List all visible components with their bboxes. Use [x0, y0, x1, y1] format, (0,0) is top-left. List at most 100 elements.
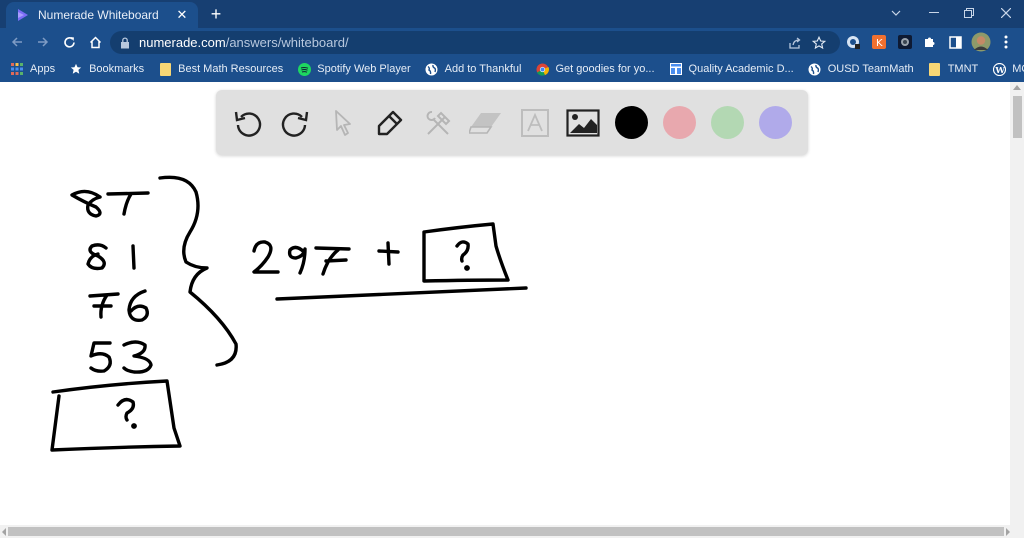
back-icon[interactable] — [6, 32, 28, 52]
image-icon — [566, 109, 600, 137]
bookmark-tmnt[interactable]: TMNT — [928, 62, 979, 76]
bookmark-label: Get goodies for yo... — [555, 63, 655, 75]
horizontal-scrollbar[interactable] — [0, 525, 1024, 538]
tab-numerade-whiteboard[interactable]: Numerade Whiteboard ✕ — [6, 2, 198, 28]
redo-icon — [281, 111, 309, 137]
tools-button[interactable] — [421, 106, 455, 140]
bookmarks-bar: Apps Bookmarks Best Math Resources Spoti… — [0, 56, 1024, 82]
share-icon[interactable] — [786, 35, 804, 51]
extension-2-icon[interactable]: K — [871, 34, 887, 50]
reload-icon[interactable] — [58, 32, 80, 52]
address-bar[interactable]: numerade.com/answers/whiteboard/ — [110, 31, 840, 54]
forward-icon[interactable] — [32, 32, 54, 52]
bookmark-label: Quality Academic D... — [688, 63, 794, 75]
restore-icon[interactable] — [951, 0, 987, 26]
cursor-arrow-icon — [335, 110, 351, 136]
star-icon — [69, 62, 83, 76]
bookmark-add-to-thankful[interactable]: Add to Thankful — [425, 62, 522, 76]
minimize-icon[interactable] — [916, 0, 952, 26]
vertical-scrollbar[interactable] — [1010, 82, 1024, 525]
bookmark-get-goodies[interactable]: Get goodies for yo... — [535, 62, 655, 76]
color-swatch-pink[interactable] — [663, 106, 696, 139]
question-mark-1 — [116, 397, 137, 429]
color-swatch-purple[interactable] — [759, 106, 792, 139]
vertical-scroll-thumb[interactable] — [1013, 96, 1022, 138]
select-tool-button[interactable] — [326, 106, 360, 140]
pen-tool-button[interactable] — [373, 106, 407, 140]
new-tab-button[interactable]: + — [205, 4, 227, 24]
url-path: /answers/whiteboard/ — [225, 35, 349, 50]
bookmark-best-math-resources[interactable]: Best Math Resources — [158, 62, 283, 76]
color-swatch-green[interactable] — [711, 106, 744, 139]
star-icon[interactable] — [810, 35, 828, 51]
bookmark-label: TMNT — [947, 63, 979, 75]
svg-text:W: W — [994, 66, 1005, 76]
whiteboard-toolbar — [216, 90, 808, 155]
undo-button[interactable] — [231, 106, 265, 140]
url-text: numerade.com/answers/whiteboard/ — [139, 35, 349, 50]
column-answer-box — [50, 379, 182, 452]
doc-icon — [669, 62, 683, 76]
scroll-left-arrow-icon[interactable] — [2, 528, 6, 536]
handwritten-number-81 — [86, 243, 136, 271]
handwritten-expression-297-plus — [252, 240, 400, 276]
handwritten-number-76 — [88, 289, 150, 322]
sidepanel-icon[interactable] — [947, 34, 963, 50]
bookmark-spotify[interactable]: Spotify Web Player — [297, 62, 411, 76]
spotify-icon — [297, 62, 311, 76]
numerade-logo-icon — [16, 8, 30, 22]
profile-avatar[interactable] — [971, 32, 991, 52]
chevron-down-icon[interactable] — [878, 0, 914, 26]
scroll-right-arrow-icon[interactable] — [1006, 528, 1010, 536]
menu-icon[interactable] — [998, 34, 1014, 50]
bookmark-quality-academic[interactable]: Quality Academic D... — [669, 62, 794, 76]
bookmark-label: Best Math Resources — [178, 63, 284, 75]
pen-icon — [377, 110, 403, 136]
close-icon[interactable] — [988, 0, 1024, 26]
eraser-tool-button[interactable] — [469, 106, 503, 140]
bookmark-label: Spotify Web Player — [317, 63, 411, 75]
question-mark-2 — [455, 240, 470, 271]
image-tool-button[interactable] — [566, 106, 600, 140]
bookmark-label: Apps — [30, 63, 56, 75]
folder-icon — [928, 62, 942, 76]
svg-text:K: K — [876, 38, 883, 49]
handwritten-number-87 — [70, 189, 150, 218]
apps-grid-icon — [10, 62, 24, 76]
color-swatch-black[interactable] — [615, 106, 648, 139]
curly-brace — [158, 175, 238, 367]
wordpress-icon: W — [992, 62, 1006, 76]
folder-icon — [158, 62, 172, 76]
hammer-wrench-icon — [426, 111, 451, 135]
undo-icon — [234, 111, 262, 137]
sum-underline — [275, 286, 528, 301]
tab-strip: Numerade Whiteboard ✕ + — [0, 0, 1024, 28]
bookmark-apps[interactable]: Apps — [10, 62, 55, 76]
lock-icon — [120, 36, 130, 49]
bookmark-label: OUSD TeamMath — [827, 63, 914, 75]
url-host: numerade.com — [139, 35, 226, 50]
bookmark-label: MOC - NBPTS — [1012, 63, 1024, 75]
puzzle-icon[interactable] — [922, 34, 938, 50]
text-tool-button[interactable] — [518, 106, 552, 140]
scroll-up-arrow-icon[interactable] — [1013, 85, 1021, 90]
chrome-icon — [535, 62, 549, 76]
horizontal-scroll-thumb[interactable] — [8, 527, 1004, 536]
bookmark-moc-nbpts[interactable]: W MOC - NBPTS — [992, 62, 1024, 76]
extension-1-icon[interactable] — [845, 34, 861, 50]
tab-close-icon[interactable]: ✕ — [174, 7, 190, 23]
eraser-icon — [469, 113, 501, 134]
text-box-icon — [521, 109, 549, 137]
extension-3-icon[interactable] — [897, 34, 913, 50]
bookmark-bookmarks[interactable]: Bookmarks — [69, 62, 144, 76]
redo-button[interactable] — [278, 106, 312, 140]
browser-chrome: Numerade Whiteboard ✕ + numerade.com/ans… — [0, 0, 1024, 82]
home-icon[interactable] — [84, 32, 106, 52]
globe-icon — [425, 62, 439, 76]
bookmark-ousd-teammath[interactable]: OUSD TeamMath — [808, 62, 914, 76]
globe-icon — [808, 62, 822, 76]
handwritten-number-53 — [89, 340, 153, 374]
tab-title: Numerade Whiteboard — [38, 8, 159, 22]
bookmark-label: Add to Thankful — [444, 63, 522, 75]
bookmark-label: Bookmarks — [89, 63, 145, 75]
